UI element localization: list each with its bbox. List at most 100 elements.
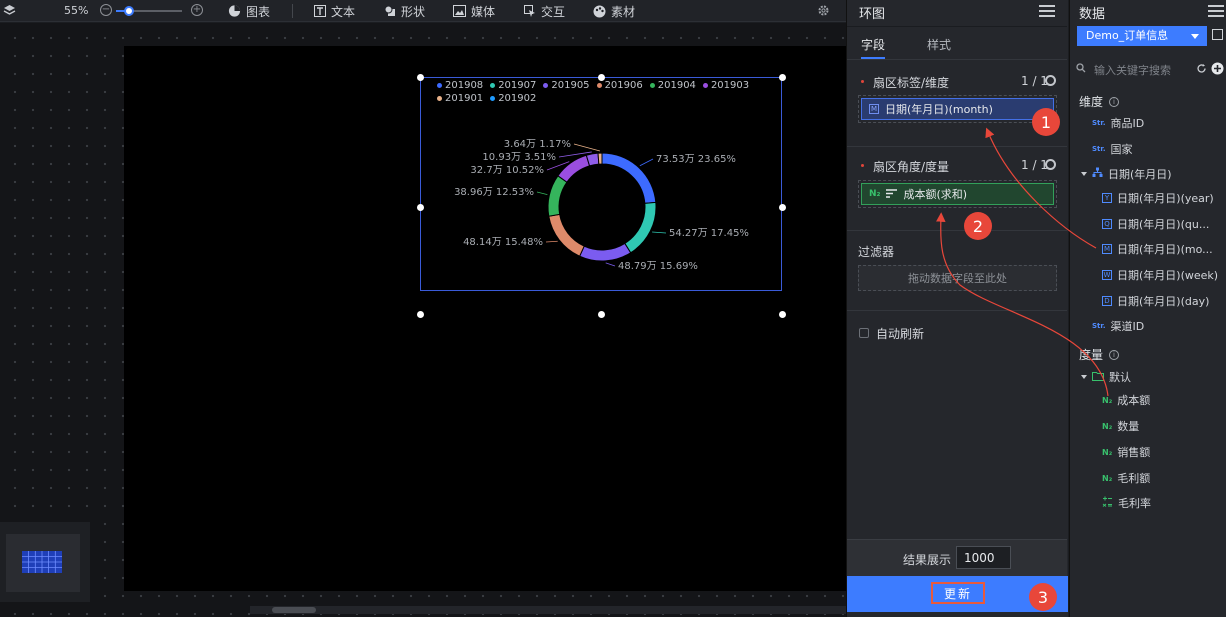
measure-drop-zone[interactable]: N₂ 成本额(求和) xyxy=(858,180,1057,208)
tab-fields[interactable]: 字段 xyxy=(861,36,885,53)
add-field-icon[interactable] xyxy=(1211,62,1224,78)
measure-field-item[interactable]: N₂ 销售额 xyxy=(1102,444,1150,460)
dimension-count: 1 / 1 xyxy=(1021,74,1048,88)
resize-handle-s[interactable] xyxy=(598,311,605,318)
horizontal-scrollbar[interactable] xyxy=(250,606,846,614)
toolbar-interaction-label: 交互 xyxy=(541,4,566,19)
donut-slice[interactable] xyxy=(578,242,632,262)
expand-caret-icon[interactable] xyxy=(1081,172,1087,176)
dimension-field-item[interactable]: Y 日期(年月日)(year) xyxy=(1102,190,1214,206)
slice-data-label: 3.64万 1.17% xyxy=(504,139,571,150)
layers-icon[interactable] xyxy=(3,4,16,20)
measure-field-item[interactable]: 毛利率 xyxy=(1102,495,1151,511)
update-button[interactable]: 更新 xyxy=(931,582,985,604)
hierarchy-icon xyxy=(1092,167,1103,181)
string-type-icon: Str. xyxy=(1092,145,1106,153)
measure-field-item[interactable]: N₂ 毛利额 xyxy=(1102,470,1150,486)
measure-field-item[interactable]: N₂ 数量 xyxy=(1102,418,1139,434)
dimension-field-pill[interactable]: M 日期(年月日)(month) xyxy=(861,98,1054,120)
zoom-out-button[interactable]: − xyxy=(100,4,112,16)
donut-slice[interactable] xyxy=(597,152,603,165)
filter-drop-zone[interactable]: 拖动数据字段至此处 xyxy=(858,265,1057,291)
measure-section-label: 扇区角度/度量 xyxy=(873,160,950,174)
dimension-field-item[interactable]: 日期(年月日) xyxy=(1081,166,1172,182)
search-icon xyxy=(1076,63,1086,76)
chart-config-panel: 环图 字段 样式 扇区标签/维度 1 / 1 M 日期(年月日)(month) … xyxy=(846,0,1068,617)
dimension-field-item[interactable]: Str. 渠道ID xyxy=(1092,318,1144,334)
required-marker xyxy=(861,164,864,167)
dimension-field-item[interactable]: W 日期(年月日)(week) xyxy=(1102,267,1218,283)
dimension-field-item[interactable]: Str. 国家 xyxy=(1092,141,1133,157)
collapse-menu-icon[interactable] xyxy=(1039,5,1055,17)
settings-gear-icon[interactable] xyxy=(817,4,830,20)
measure-field-pill[interactable]: N₂ 成本额(求和) xyxy=(861,183,1054,205)
resize-handle-sw[interactable] xyxy=(417,311,424,318)
info-icon[interactable]: i xyxy=(1109,96,1120,107)
dimension-field-item[interactable]: M 日期(年月日)(mo... xyxy=(1102,241,1213,257)
resize-handle-e[interactable] xyxy=(779,204,786,211)
donut-slice[interactable] xyxy=(547,175,568,217)
date-type-icon: Y xyxy=(1102,193,1112,203)
divider xyxy=(847,146,1067,147)
minimap[interactable] xyxy=(0,522,90,602)
divider xyxy=(847,230,1067,231)
donut-slice[interactable] xyxy=(557,154,591,183)
toolbar-chart-label: 图表 xyxy=(246,4,271,19)
cursor-icon xyxy=(523,4,536,18)
dataset-select[interactable]: Demo_订单信息 xyxy=(1077,26,1207,46)
month-type-icon: M xyxy=(869,104,879,114)
field-label: 日期(年月日) xyxy=(1108,168,1172,181)
zoom-slider[interactable] xyxy=(116,6,182,16)
toolbar-text-label: 文本 xyxy=(331,4,356,19)
sort-icon[interactable] xyxy=(886,188,898,201)
panel-title: 环图 xyxy=(859,7,886,22)
toolbar-interaction-button[interactable]: 交互 xyxy=(523,3,565,19)
measure-count: 1 / 1 xyxy=(1021,158,1048,172)
result-limit-input[interactable] xyxy=(956,546,1011,569)
donut-chart-widget[interactable]: 201908 201907 201905 201906 201904 201903 2019… xyxy=(417,74,786,318)
measure-field-item[interactable]: N₂ 成本额 xyxy=(1102,392,1150,408)
dimension-field-item[interactable]: Str. 商品ID xyxy=(1092,115,1144,131)
zoom-in-button[interactable]: + xyxy=(191,4,203,16)
donut-slice[interactable] xyxy=(601,152,657,204)
dimension-drop-zone[interactable]: M 日期(年月日)(month) xyxy=(858,95,1057,123)
search-input[interactable]: 输入关键字搜索 xyxy=(1094,62,1171,78)
active-tab-indicator xyxy=(861,57,885,59)
numeric-type-icon: N₂ xyxy=(1102,395,1113,405)
edit-dataset-icon[interactable] xyxy=(1212,29,1223,40)
collapse-menu-icon[interactable] xyxy=(1208,5,1224,17)
callout-3: 3 xyxy=(1029,583,1057,611)
toolbar-assets-button[interactable]: 素材 xyxy=(593,3,635,19)
slice-data-label: 73.53万 23.65% xyxy=(656,154,736,165)
resize-handle-se[interactable] xyxy=(779,311,786,318)
refresh-icon[interactable] xyxy=(1196,63,1207,77)
dimension-settings-gear-icon[interactable] xyxy=(1045,75,1056,86)
data-panel: 数据 Demo_订单信息 输入关键字搜索 维度 i Str. 商品ID Str. 国家… xyxy=(1069,0,1226,617)
measure-folder[interactable]: 默认 xyxy=(1081,369,1131,385)
scrollbar-thumb[interactable] xyxy=(272,607,316,613)
toolbar-text-button[interactable]: 文本 xyxy=(313,3,355,19)
tab-style[interactable]: 样式 xyxy=(927,36,951,53)
donut-slice[interactable] xyxy=(624,201,657,254)
numeric-type-icon: N₂ xyxy=(869,189,881,199)
dimension-field-item[interactable]: D 日期(年月日)(day) xyxy=(1102,293,1209,309)
date-type-icon: D xyxy=(1102,296,1112,306)
resize-handle-w[interactable] xyxy=(417,204,424,211)
dimension-group-label: 维度 xyxy=(1079,95,1104,109)
measure-settings-gear-icon[interactable] xyxy=(1045,159,1056,170)
minimap-viewport xyxy=(6,534,80,592)
resize-handle-n[interactable] xyxy=(598,74,605,81)
zoom-slider-handle[interactable] xyxy=(124,6,135,16)
resize-handle-ne[interactable] xyxy=(779,74,786,81)
donut-slice[interactable] xyxy=(548,213,585,257)
toolbar-chart-button[interactable]: 图表 xyxy=(228,3,270,19)
resize-handle-nw[interactable] xyxy=(417,74,424,81)
slice-data-label: 48.79万 15.69% xyxy=(618,261,698,272)
info-icon[interactable]: i xyxy=(1109,349,1120,360)
toolbar-shape-button[interactable]: 形状 xyxy=(383,3,425,19)
toolbar-assets-label: 素材 xyxy=(611,4,636,19)
slice-leader-line xyxy=(652,231,667,234)
auto-refresh-checkbox[interactable] xyxy=(859,328,869,338)
toolbar-media-button[interactable]: 媒体 xyxy=(453,3,495,19)
dimension-field-item[interactable]: Q 日期(年月日)(qu... xyxy=(1102,216,1209,232)
